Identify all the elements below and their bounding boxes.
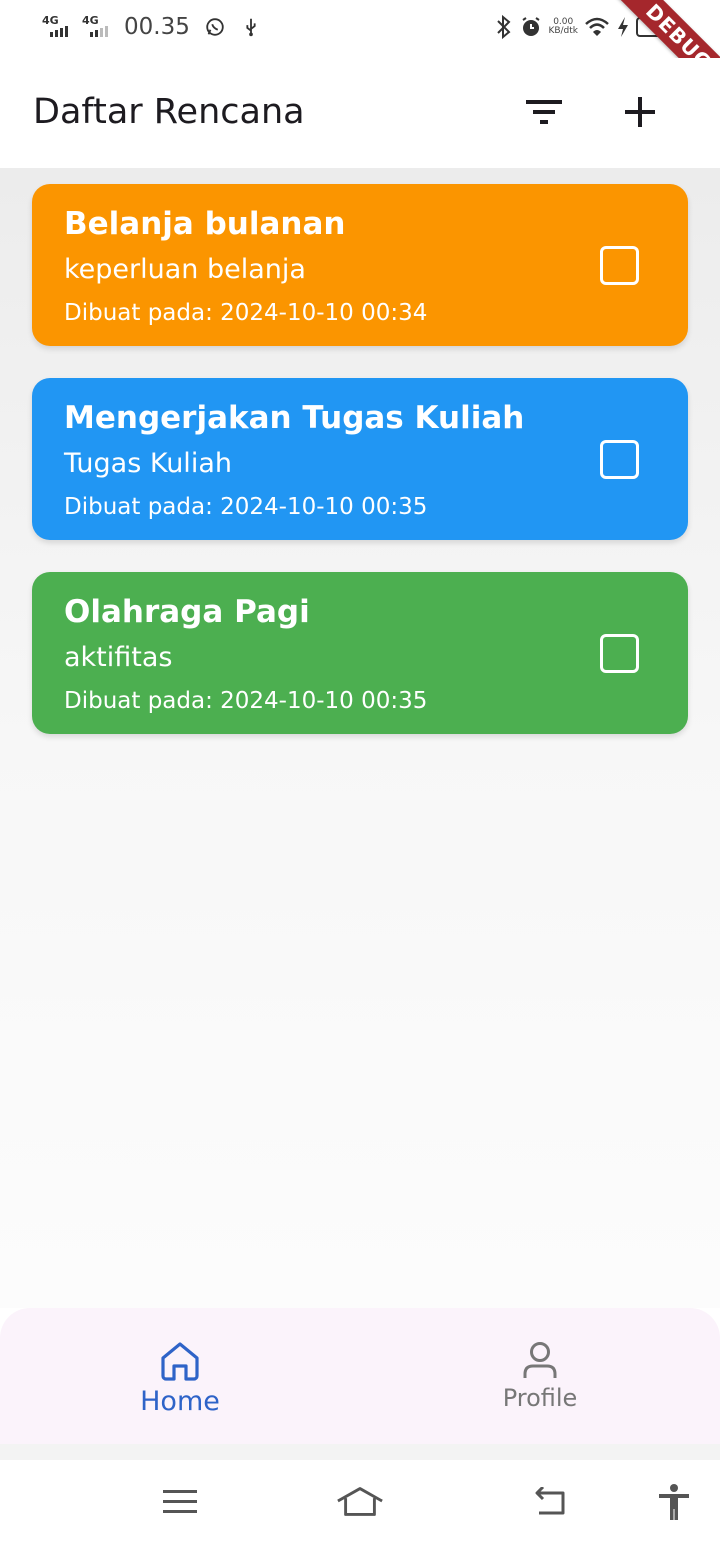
nav-profile[interactable]: Profile — [440, 1340, 640, 1430]
plan-created-date: Dibuat pada: 2024-10-10 00:35 — [64, 494, 428, 520]
system-navigation-bar — [0, 1460, 720, 1544]
plan-checkbox[interactable] — [600, 246, 639, 285]
filter-button[interactable] — [520, 88, 568, 136]
plan-title: Mengerjakan Tugas Kuliah — [64, 400, 525, 436]
status-bar: 4G 4G 00.35 0.00 KB/dtk DEBUG — [0, 0, 720, 108]
plan-list: Belanja bulanan keperluan belanja Dibuat… — [0, 168, 720, 1308]
plan-checkbox[interactable] — [600, 440, 639, 479]
plus-icon — [625, 97, 655, 127]
whatsapp-icon — [206, 18, 224, 36]
status-time: 00.35 — [124, 14, 190, 40]
plan-title: Olahraga Pagi — [64, 594, 310, 630]
accessibility-icon — [659, 1484, 689, 1520]
plan-description: Tugas Kuliah — [64, 448, 232, 479]
accessibility-button[interactable] — [650, 1480, 698, 1524]
system-home-button[interactable] — [336, 1480, 384, 1524]
signal-2-icon: 4G — [82, 14, 116, 40]
add-plan-button[interactable] — [616, 88, 664, 136]
alarm-icon — [522, 17, 540, 36]
plan-created-date: Dibuat pada: 2024-10-10 00:34 — [64, 300, 428, 326]
speed-unit: KB/dtk — [548, 26, 578, 36]
system-back-button[interactable] — [524, 1480, 572, 1524]
nav-divider — [0, 1444, 720, 1460]
plan-card[interactable]: Mengerjakan Tugas Kuliah Tugas Kuliah Di… — [32, 378, 688, 540]
plan-card[interactable]: Belanja bulanan keperluan belanja Dibuat… — [32, 184, 688, 346]
plan-title: Belanja bulanan — [64, 206, 346, 242]
nav-home-label: Home — [140, 1386, 220, 1417]
menu-icon — [163, 1490, 197, 1513]
page-title: Daftar Rencana — [33, 92, 305, 132]
signal-1-icon: 4G — [42, 14, 76, 40]
filter-icon — [526, 100, 562, 124]
back-icon — [535, 1487, 565, 1515]
charging-icon — [618, 17, 628, 37]
app-bar: Daftar Rencana — [0, 58, 720, 168]
nav-home[interactable]: Home — [80, 1340, 280, 1430]
nav-profile-label: Profile — [502, 1384, 578, 1412]
system-menu-button[interactable] — [156, 1480, 204, 1524]
bluetooth-icon — [497, 14, 511, 40]
plan-description: keperluan belanja — [64, 254, 306, 285]
home-icon — [337, 1487, 383, 1516]
network-speed: 0.00 KB/dtk — [548, 18, 578, 36]
plan-card[interactable]: Olahraga Pagi aktifitas Dibuat pada: 202… — [32, 572, 688, 734]
home-icon — [161, 1342, 199, 1381]
plan-description: aktifitas — [64, 642, 173, 673]
plan-created-date: Dibuat pada: 2024-10-10 00:35 — [64, 688, 428, 714]
plan-checkbox[interactable] — [600, 634, 639, 673]
bottom-navigation: Home Profile — [0, 1308, 720, 1444]
person-icon — [523, 1342, 557, 1378]
wifi-icon — [585, 17, 609, 36]
status-left: 4G 4G 00.35 — [42, 14, 262, 40]
usb-icon — [246, 18, 256, 37]
